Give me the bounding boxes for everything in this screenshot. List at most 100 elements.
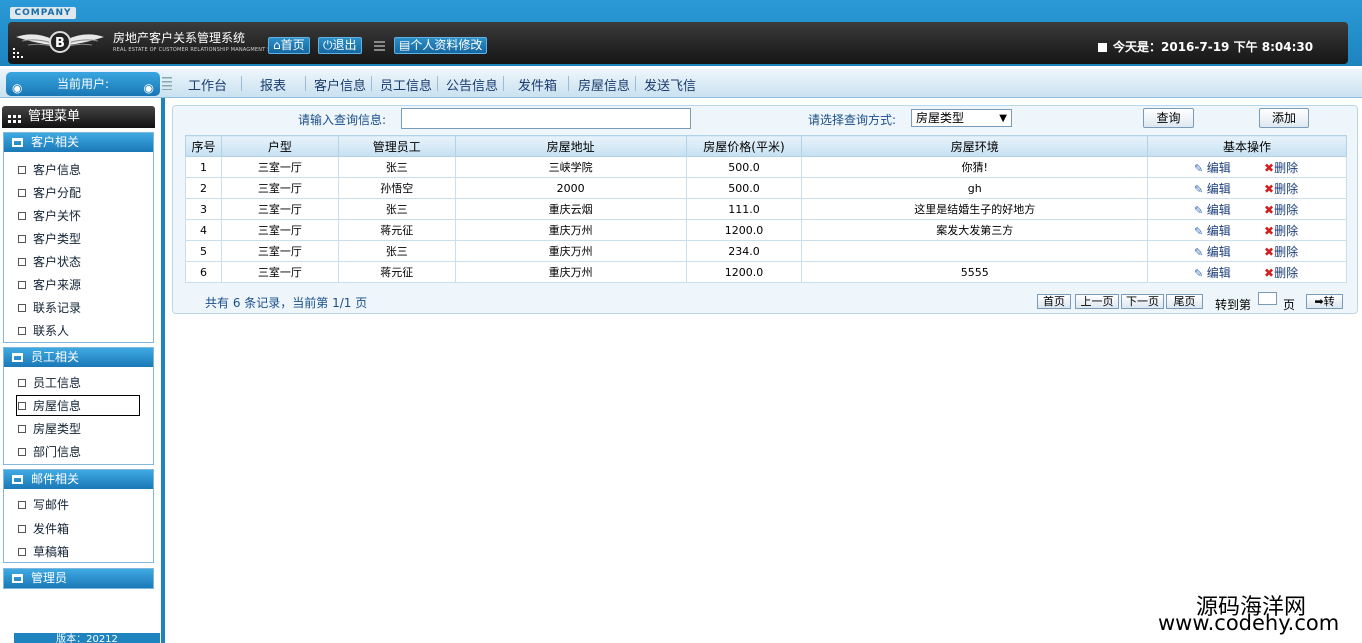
edit-link[interactable]: ✎ 编辑 <box>1194 222 1264 239</box>
checkbox-icon <box>18 212 26 220</box>
table-cell: 5 <box>185 240 222 262</box>
edit-link[interactable]: ✎ 编辑 <box>1194 180 1264 197</box>
sidebar-item-customer-type[interactable]: 客户类型 <box>18 230 81 247</box>
search-mode-select[interactable]: 房屋类型 ▼ <box>911 109 1012 127</box>
logo-dots-icon <box>12 46 24 58</box>
book-icon <box>12 574 23 583</box>
nav-item-outbox[interactable]: 发件箱 <box>518 75 557 94</box>
profile-edit-button[interactable]: ▤个人资料修改 <box>394 37 488 54</box>
sidebar-item-outbox[interactable]: 发件箱 <box>18 520 69 537</box>
nav-item-notice-info[interactable]: 公告信息 <box>446 75 498 94</box>
nav-item-report[interactable]: 报表 <box>260 75 286 94</box>
table-cell: 重庆万州 <box>454 219 687 241</box>
sidebar-item-write-mail[interactable]: 写邮件 <box>18 496 69 513</box>
edit-link[interactable]: ✎ 编辑 <box>1194 201 1264 218</box>
house-table: 序号 户型 管理员工 房屋地址 房屋价格(平米) 房屋环境 基本操作 1 三室一厅… <box>185 135 1347 283</box>
table-cell: gh <box>801 177 1149 199</box>
section-header-employee[interactable]: 员工相关 <box>4 348 153 367</box>
table-cell: 234.0 <box>685 240 803 262</box>
pencil-icon: ✎ <box>1194 224 1204 238</box>
sidebar-item-department-info[interactable]: 部门信息 <box>18 443 81 460</box>
checkbox-icon <box>18 189 26 197</box>
goto-button[interactable]: ➡转 <box>1306 294 1343 309</box>
add-button[interactable]: 添加 <box>1259 108 1309 128</box>
search-mode-label: 请选择查询方式: <box>808 113 897 127</box>
page-unit-label: 页 <box>1283 298 1296 312</box>
home-button[interactable]: ⌂首页 <box>268 37 310 54</box>
document-icon: ▤ <box>399 38 411 52</box>
table-row: 1 三室一厅 张三 三峡学院 500.0 你猜! ✎ 编辑 ✖删除 <box>185 156 1347 178</box>
nav-item-workbench[interactable]: 工作台 <box>188 75 227 94</box>
sidebar-item-employee-info[interactable]: 员工信息 <box>18 374 81 391</box>
table-cell: 蒋元征 <box>337 219 456 241</box>
delete-x-icon: ✖ <box>1264 202 1275 217</box>
edit-link[interactable]: ✎ 编辑 <box>1194 264 1264 281</box>
table-cell: 你猜! <box>801 156 1149 178</box>
bentley-logo-icon: B <box>16 31 104 53</box>
logout-button[interactable]: ⏻退出 <box>318 37 362 54</box>
sidebar-item-drafts[interactable]: 草稿箱 <box>18 543 69 560</box>
nav-item-customer-info[interactable]: 客户信息 <box>314 75 366 94</box>
table-cell: 2 <box>185 177 222 199</box>
edit-link[interactable]: ✎ 编辑 <box>1194 159 1264 176</box>
nav-item-house-info[interactable]: 房屋信息 <box>578 75 630 94</box>
table-cell: 蒋元征 <box>337 261 456 283</box>
sidebar-item-house-info[interactable]: 房屋信息 <box>16 395 140 416</box>
section-header-mail[interactable]: 邮件相关 <box>4 470 153 489</box>
checkbox-icon <box>18 501 26 509</box>
sidebar-item-contact-person[interactable]: 联系人 <box>18 322 69 339</box>
dropdown-arrow-icon: ▼ <box>999 113 1007 124</box>
delete-link[interactable]: ✖删除 <box>1264 180 1324 197</box>
next-page-button[interactable]: 下一页 <box>1121 294 1164 309</box>
nav-item-send-fetion[interactable]: 发送飞信 <box>644 75 696 94</box>
section-header-admin[interactable]: 管理员 <box>4 569 153 588</box>
query-button[interactable]: 查询 <box>1143 108 1194 128</box>
table-cell <box>801 240 1149 262</box>
checkbox-icon <box>18 304 26 312</box>
table-cell: 重庆万州 <box>454 240 687 262</box>
delete-link[interactable]: ✖删除 <box>1264 159 1324 176</box>
delete-x-icon: ✖ <box>1264 160 1275 175</box>
nav-item-employee-info[interactable]: 员工信息 <box>380 75 432 94</box>
search-input[interactable] <box>401 108 691 129</box>
table-cell: 重庆万州 <box>454 261 687 283</box>
checkbox-icon <box>18 525 26 533</box>
home-icon: ⌂ <box>273 38 281 52</box>
nav-separator <box>371 76 372 91</box>
delete-x-icon: ✖ <box>1264 223 1275 238</box>
delete-link[interactable]: ✖删除 <box>1264 222 1324 239</box>
book-icon <box>12 475 23 484</box>
nav-separator <box>503 76 504 91</box>
sidebar-item-customer-source[interactable]: 客户来源 <box>18 276 81 293</box>
delete-link[interactable]: ✖删除 <box>1264 264 1324 281</box>
table-row: 4 三室一厅 蒋元征 重庆万州 1200.0 案发大发第三方 ✎ 编辑 ✖删除 <box>185 219 1347 241</box>
table-row: 5 三室一厅 张三 重庆万州 234.0 ✎ 编辑 ✖删除 <box>185 240 1347 262</box>
checkbox-icon <box>18 166 26 174</box>
column-header: 管理员工 <box>337 135 456 157</box>
sidebar-item-customer-care[interactable]: 客户关怀 <box>18 207 81 224</box>
sidebar-item-customer-assign[interactable]: 客户分配 <box>18 184 81 201</box>
section-header-customer[interactable]: 客户相关 <box>4 133 153 152</box>
delete-link[interactable]: ✖删除 <box>1264 243 1324 260</box>
company-badge: COMPANY <box>10 7 76 19</box>
nav-separator <box>437 76 438 91</box>
delete-x-icon: ✖ <box>1264 244 1275 259</box>
nav-separator <box>568 76 569 91</box>
first-page-button[interactable]: 首页 <box>1037 294 1071 309</box>
search-input-label: 请输入查询信息: <box>298 113 387 127</box>
sidebar-item-contact-record[interactable]: 联系记录 <box>18 299 81 316</box>
sidebar-item-customer-status[interactable]: 客户状态 <box>18 253 81 270</box>
prev-page-button[interactable]: 上一页 <box>1075 294 1119 309</box>
table-cell: 三室一厅 <box>220 261 339 283</box>
pencil-icon: ✎ <box>1194 245 1204 259</box>
table-cell: 6 <box>185 261 222 283</box>
goto-page-input[interactable] <box>1258 292 1277 305</box>
sidebar-item-customer-info[interactable]: 客户信息 <box>18 161 81 178</box>
last-page-button[interactable]: 尾页 <box>1166 294 1203 309</box>
sidebar-section-mail: 邮件相关 写邮件 发件箱 草稿箱 <box>3 469 154 563</box>
delete-link[interactable]: ✖删除 <box>1264 201 1324 218</box>
sidebar-item-house-type[interactable]: 房屋类型 <box>18 420 81 437</box>
edit-link[interactable]: ✎ 编辑 <box>1194 243 1264 260</box>
table-cell: 三室一厅 <box>220 219 339 241</box>
table-cell: 1200.0 <box>685 219 803 241</box>
